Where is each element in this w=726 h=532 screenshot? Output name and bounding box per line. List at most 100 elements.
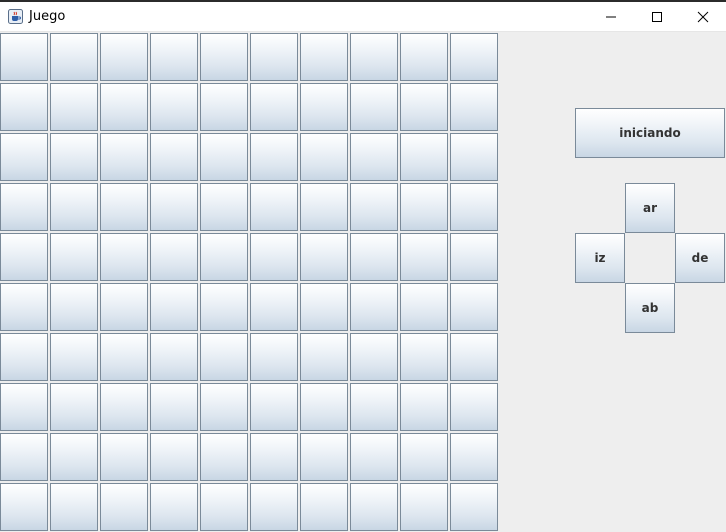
board-cell[interactable]	[450, 333, 498, 381]
board-cell[interactable]	[250, 133, 298, 181]
board-cell[interactable]	[450, 133, 498, 181]
board-cell[interactable]	[300, 483, 348, 531]
board-cell[interactable]	[200, 433, 248, 481]
board-cell[interactable]	[50, 183, 98, 231]
board-cell[interactable]	[150, 133, 198, 181]
board-cell[interactable]	[450, 183, 498, 231]
board-cell[interactable]	[350, 283, 398, 331]
board-cell[interactable]	[200, 133, 248, 181]
board-cell[interactable]	[250, 383, 298, 431]
board-cell[interactable]	[200, 33, 248, 81]
board-cell[interactable]	[100, 183, 148, 231]
board-cell[interactable]	[200, 483, 248, 531]
board-cell[interactable]	[400, 233, 448, 281]
board-cell[interactable]	[350, 333, 398, 381]
board-cell[interactable]	[400, 133, 448, 181]
board-cell[interactable]	[150, 333, 198, 381]
board-cell[interactable]	[50, 283, 98, 331]
board-cell[interactable]	[200, 333, 248, 381]
board-cell[interactable]	[350, 433, 398, 481]
board-cell[interactable]	[0, 333, 48, 381]
board-cell[interactable]	[100, 333, 148, 381]
board-cell[interactable]	[350, 33, 398, 81]
board-cell[interactable]	[450, 433, 498, 481]
board-cell[interactable]	[250, 483, 298, 531]
board-cell[interactable]	[250, 33, 298, 81]
board-cell[interactable]	[150, 233, 198, 281]
board-cell[interactable]	[100, 133, 148, 181]
board-cell[interactable]	[150, 183, 198, 231]
board-cell[interactable]	[450, 83, 498, 131]
board-cell[interactable]	[300, 333, 348, 381]
board-cell[interactable]	[0, 483, 48, 531]
board-cell[interactable]	[50, 33, 98, 81]
board-cell[interactable]	[350, 383, 398, 431]
board-cell[interactable]	[400, 483, 448, 531]
board-cell[interactable]	[400, 83, 448, 131]
board-cell[interactable]	[400, 433, 448, 481]
board-cell[interactable]	[50, 133, 98, 181]
board-cell[interactable]	[150, 383, 198, 431]
board-cell[interactable]	[200, 83, 248, 131]
close-button[interactable]	[680, 2, 726, 32]
board-cell[interactable]	[0, 83, 48, 131]
board-cell[interactable]	[150, 433, 198, 481]
board-cell[interactable]	[350, 183, 398, 231]
board-cell[interactable]	[400, 183, 448, 231]
minimize-button[interactable]	[588, 2, 634, 32]
board-cell[interactable]	[0, 433, 48, 481]
board-cell[interactable]	[100, 283, 148, 331]
board-cell[interactable]	[250, 333, 298, 381]
board-cell[interactable]	[250, 83, 298, 131]
board-cell[interactable]	[0, 183, 48, 231]
board-cell[interactable]	[200, 233, 248, 281]
board-cell[interactable]	[0, 283, 48, 331]
board-cell[interactable]	[50, 383, 98, 431]
right-button[interactable]: de	[675, 233, 725, 283]
board-cell[interactable]	[450, 283, 498, 331]
board-cell[interactable]	[250, 233, 298, 281]
board-cell[interactable]	[50, 83, 98, 131]
board-cell[interactable]	[100, 33, 148, 81]
board-cell[interactable]	[100, 483, 148, 531]
board-cell[interactable]	[300, 433, 348, 481]
board-cell[interactable]	[400, 33, 448, 81]
board-cell[interactable]	[450, 383, 498, 431]
down-button[interactable]: ab	[625, 283, 675, 333]
board-cell[interactable]	[250, 433, 298, 481]
board-cell[interactable]	[200, 183, 248, 231]
board-cell[interactable]	[150, 283, 198, 331]
board-cell[interactable]	[300, 233, 348, 281]
board-cell[interactable]	[400, 283, 448, 331]
board-cell[interactable]	[300, 383, 348, 431]
board-cell[interactable]	[350, 83, 398, 131]
board-cell[interactable]	[100, 83, 148, 131]
board-cell[interactable]	[200, 283, 248, 331]
board-cell[interactable]	[50, 233, 98, 281]
board-cell[interactable]	[50, 483, 98, 531]
up-button[interactable]: ar	[625, 183, 675, 233]
board-cell[interactable]	[150, 83, 198, 131]
board-cell[interactable]	[300, 183, 348, 231]
board-cell[interactable]	[300, 33, 348, 81]
board-cell[interactable]	[150, 483, 198, 531]
maximize-button[interactable]	[634, 2, 680, 32]
board-cell[interactable]	[300, 133, 348, 181]
board-cell[interactable]	[0, 233, 48, 281]
board-cell[interactable]	[450, 483, 498, 531]
board-cell[interactable]	[350, 483, 398, 531]
board-cell[interactable]	[450, 233, 498, 281]
left-button[interactable]: iz	[575, 233, 625, 283]
board-cell[interactable]	[50, 333, 98, 381]
board-cell[interactable]	[100, 433, 148, 481]
board-cell[interactable]	[150, 33, 198, 81]
board-cell[interactable]	[250, 183, 298, 231]
board-cell[interactable]	[250, 283, 298, 331]
board-cell[interactable]	[300, 283, 348, 331]
board-cell[interactable]	[350, 133, 398, 181]
title-bar[interactable]: Juego	[0, 2, 726, 32]
board-cell[interactable]	[450, 33, 498, 81]
board-cell[interactable]	[100, 233, 148, 281]
board-cell[interactable]	[350, 233, 398, 281]
board-cell[interactable]	[0, 33, 48, 81]
